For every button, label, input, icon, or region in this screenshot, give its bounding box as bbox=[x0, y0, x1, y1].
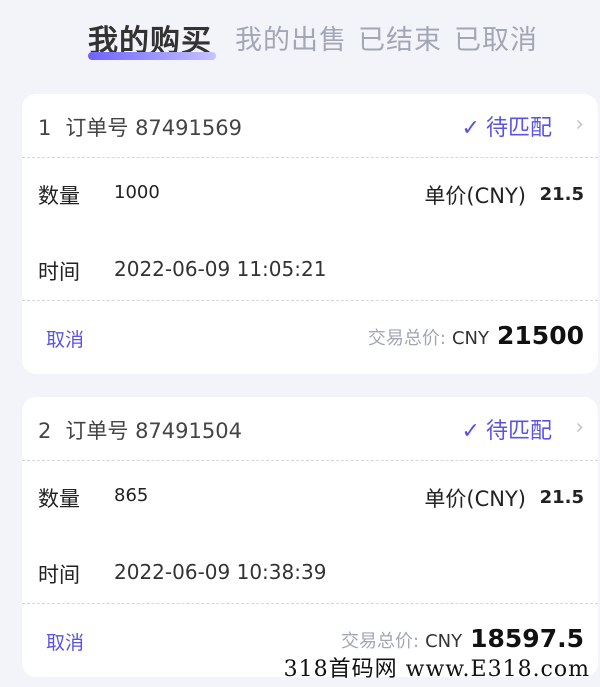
total-amount: 18597.5 bbox=[470, 624, 584, 653]
total-amount: 21500 bbox=[497, 321, 584, 350]
time-value: 2022-06-09 11:05:21 bbox=[114, 257, 327, 281]
unit-price-value: 21.5 bbox=[539, 487, 584, 508]
order-number-value: 87491504 bbox=[135, 419, 242, 443]
tab-cancelled[interactable]: 已取消 bbox=[454, 18, 538, 57]
status-badge: ✓ 待匹配 bbox=[462, 413, 552, 445]
time-value: 2022-06-09 10:38:39 bbox=[114, 560, 327, 584]
chevron-right-icon[interactable]: › bbox=[575, 112, 584, 137]
status-text: 待匹配 bbox=[485, 419, 552, 444]
order-card[interactable]: 2 订单号 87491504 ✓ 待匹配 › 数量 865 单价(CNY) 21.5… bbox=[22, 397, 598, 677]
quantity-value: 865 bbox=[114, 485, 149, 506]
quantity-value: 1000 bbox=[114, 182, 160, 203]
chevron-right-icon[interactable]: › bbox=[575, 415, 584, 440]
order-number-value: 87491569 bbox=[135, 116, 242, 140]
order-card-header[interactable]: 1 订单号 87491569 ✓ 待匹配 › bbox=[22, 94, 598, 158]
tab-finished[interactable]: 已结束 bbox=[358, 18, 442, 57]
order-number: 1 订单号 87491569 bbox=[38, 112, 242, 142]
total-currency: CNY bbox=[451, 328, 490, 349]
total-price: 交易总价: CNY 21500 bbox=[368, 321, 584, 350]
tab-my-sales[interactable]: 我的出售 bbox=[235, 18, 347, 57]
cancel-button[interactable]: 取消 bbox=[46, 628, 84, 655]
status-text: 待匹配 bbox=[485, 116, 552, 141]
check-icon: ✓ bbox=[461, 419, 480, 444]
quantity-label: 数量 bbox=[38, 184, 80, 208]
time-label: 时间 bbox=[38, 563, 80, 587]
order-index: 1 bbox=[38, 116, 52, 140]
order-card-header[interactable]: 2 订单号 87491504 ✓ 待匹配 › bbox=[22, 397, 598, 461]
total-label: 交易总价: bbox=[367, 328, 446, 349]
watermark: 318首码网 www.E318.com bbox=[283, 657, 590, 682]
status-badge: ✓ 待匹配 bbox=[462, 110, 552, 142]
order-card-footer: 取消 交易总价: CNY 21500 bbox=[22, 300, 598, 374]
total-price: 交易总价: CNY 18597.5 bbox=[341, 624, 584, 653]
order-tabs: 我的购买 我的出售 已结束 已取消 bbox=[0, 0, 600, 80]
total-currency: CNY bbox=[425, 631, 463, 652]
active-tab-indicator bbox=[88, 52, 216, 60]
quantity-label: 数量 bbox=[38, 487, 80, 511]
order-index: 2 bbox=[38, 419, 52, 443]
check-icon: ✓ bbox=[461, 116, 480, 141]
cancel-button[interactable]: 取消 bbox=[46, 325, 84, 352]
unit-price-label: 单价(CNY) bbox=[424, 487, 526, 511]
unit-price-label: 单价(CNY) bbox=[424, 184, 526, 208]
order-number-label: 订单号 bbox=[65, 419, 129, 443]
order-number: 2 订单号 87491504 bbox=[38, 415, 242, 445]
unit-price-value: 21.5 bbox=[539, 184, 584, 205]
time-label: 时间 bbox=[38, 260, 80, 284]
order-number-label: 订单号 bbox=[65, 116, 129, 140]
order-card[interactable]: 1 订单号 87491569 ✓ 待匹配 › 数量 1000 单价(CNY) 21.… bbox=[22, 94, 598, 374]
total-label: 交易总价: bbox=[341, 631, 420, 652]
